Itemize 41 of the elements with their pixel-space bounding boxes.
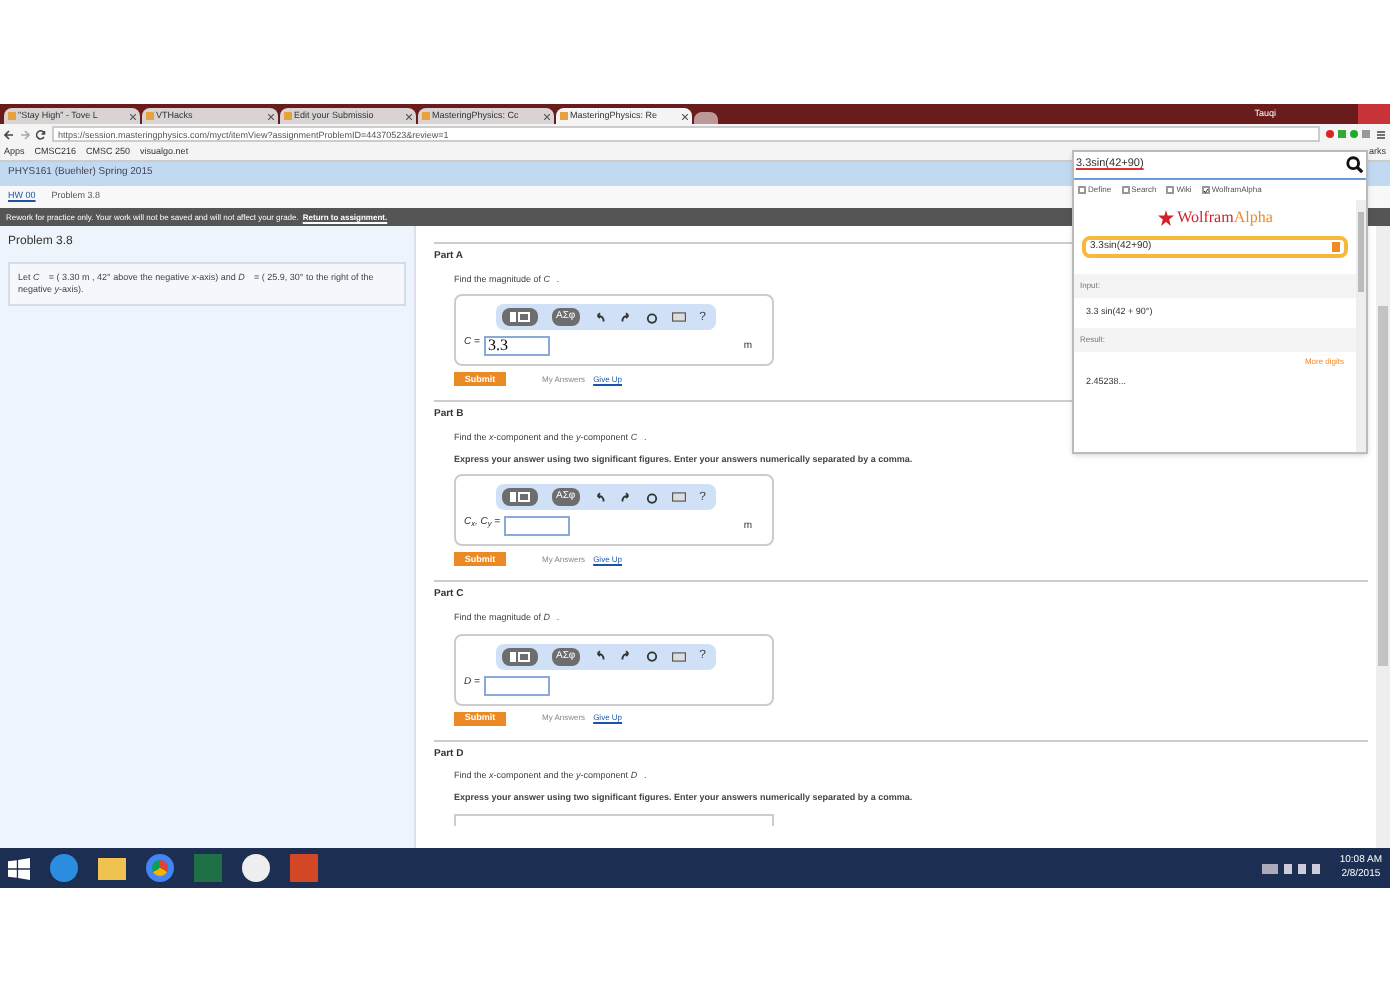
checkbox[interactable]: [1201, 186, 1210, 194]
windows-logo-icon[interactable]: [8, 857, 30, 879]
checkbox[interactable]: [1121, 186, 1130, 194]
answer-field[interactable]: [504, 516, 571, 537]
wolfram-logo: WolframAlpha: [1177, 206, 1273, 230]
keyboard-icon[interactable]: [671, 492, 686, 503]
checkbox[interactable]: [1078, 186, 1086, 194]
keyboard-icon[interactable]: [671, 312, 686, 323]
new-tab-button[interactable]: [694, 112, 718, 124]
folder-icon[interactable]: [98, 857, 126, 879]
close-tab-icon[interactable]: [268, 113, 274, 119]
reset-icon[interactable]: [645, 650, 658, 662]
chrome-icon[interactable]: [146, 854, 174, 882]
close-tab-icon[interactable]: [544, 113, 550, 119]
template-button[interactable]: [502, 488, 538, 507]
close-tab-icon[interactable]: [682, 113, 688, 119]
checkbox[interactable]: [1166, 186, 1175, 194]
redo-icon[interactable]: [619, 311, 632, 324]
template-button[interactable]: [502, 647, 538, 665]
undo-icon[interactable]: [593, 491, 606, 504]
template-button[interactable]: [502, 308, 538, 327]
redo-icon[interactable]: [619, 491, 632, 504]
reset-icon[interactable]: [645, 491, 658, 504]
tray-icons[interactable]: [1261, 863, 1320, 873]
extension-icons[interactable]: [1326, 130, 1370, 138]
undo-icon[interactable]: [593, 650, 606, 662]
answer-field[interactable]: [483, 675, 550, 695]
star-logo-icon: [1157, 210, 1174, 226]
reset-icon[interactable]: [645, 311, 658, 324]
reload-icon[interactable]: [36, 129, 46, 139]
keyboard-icon[interactable]: [671, 651, 686, 661]
close-tab-icon[interactable]: [406, 113, 412, 119]
redo-icon[interactable]: [619, 650, 632, 662]
back-icon[interactable]: [4, 129, 14, 139]
scrollbar[interactable]: [1356, 200, 1366, 452]
page-scrollbar[interactable]: [1376, 226, 1390, 848]
answer-field[interactable]: 3.3: [483, 336, 550, 357]
search-icon[interactable]: [1346, 156, 1364, 174]
close-tab-icon[interactable]: [130, 113, 136, 119]
menu-icon[interactable]: [1376, 129, 1386, 139]
undo-icon[interactable]: [593, 311, 606, 324]
